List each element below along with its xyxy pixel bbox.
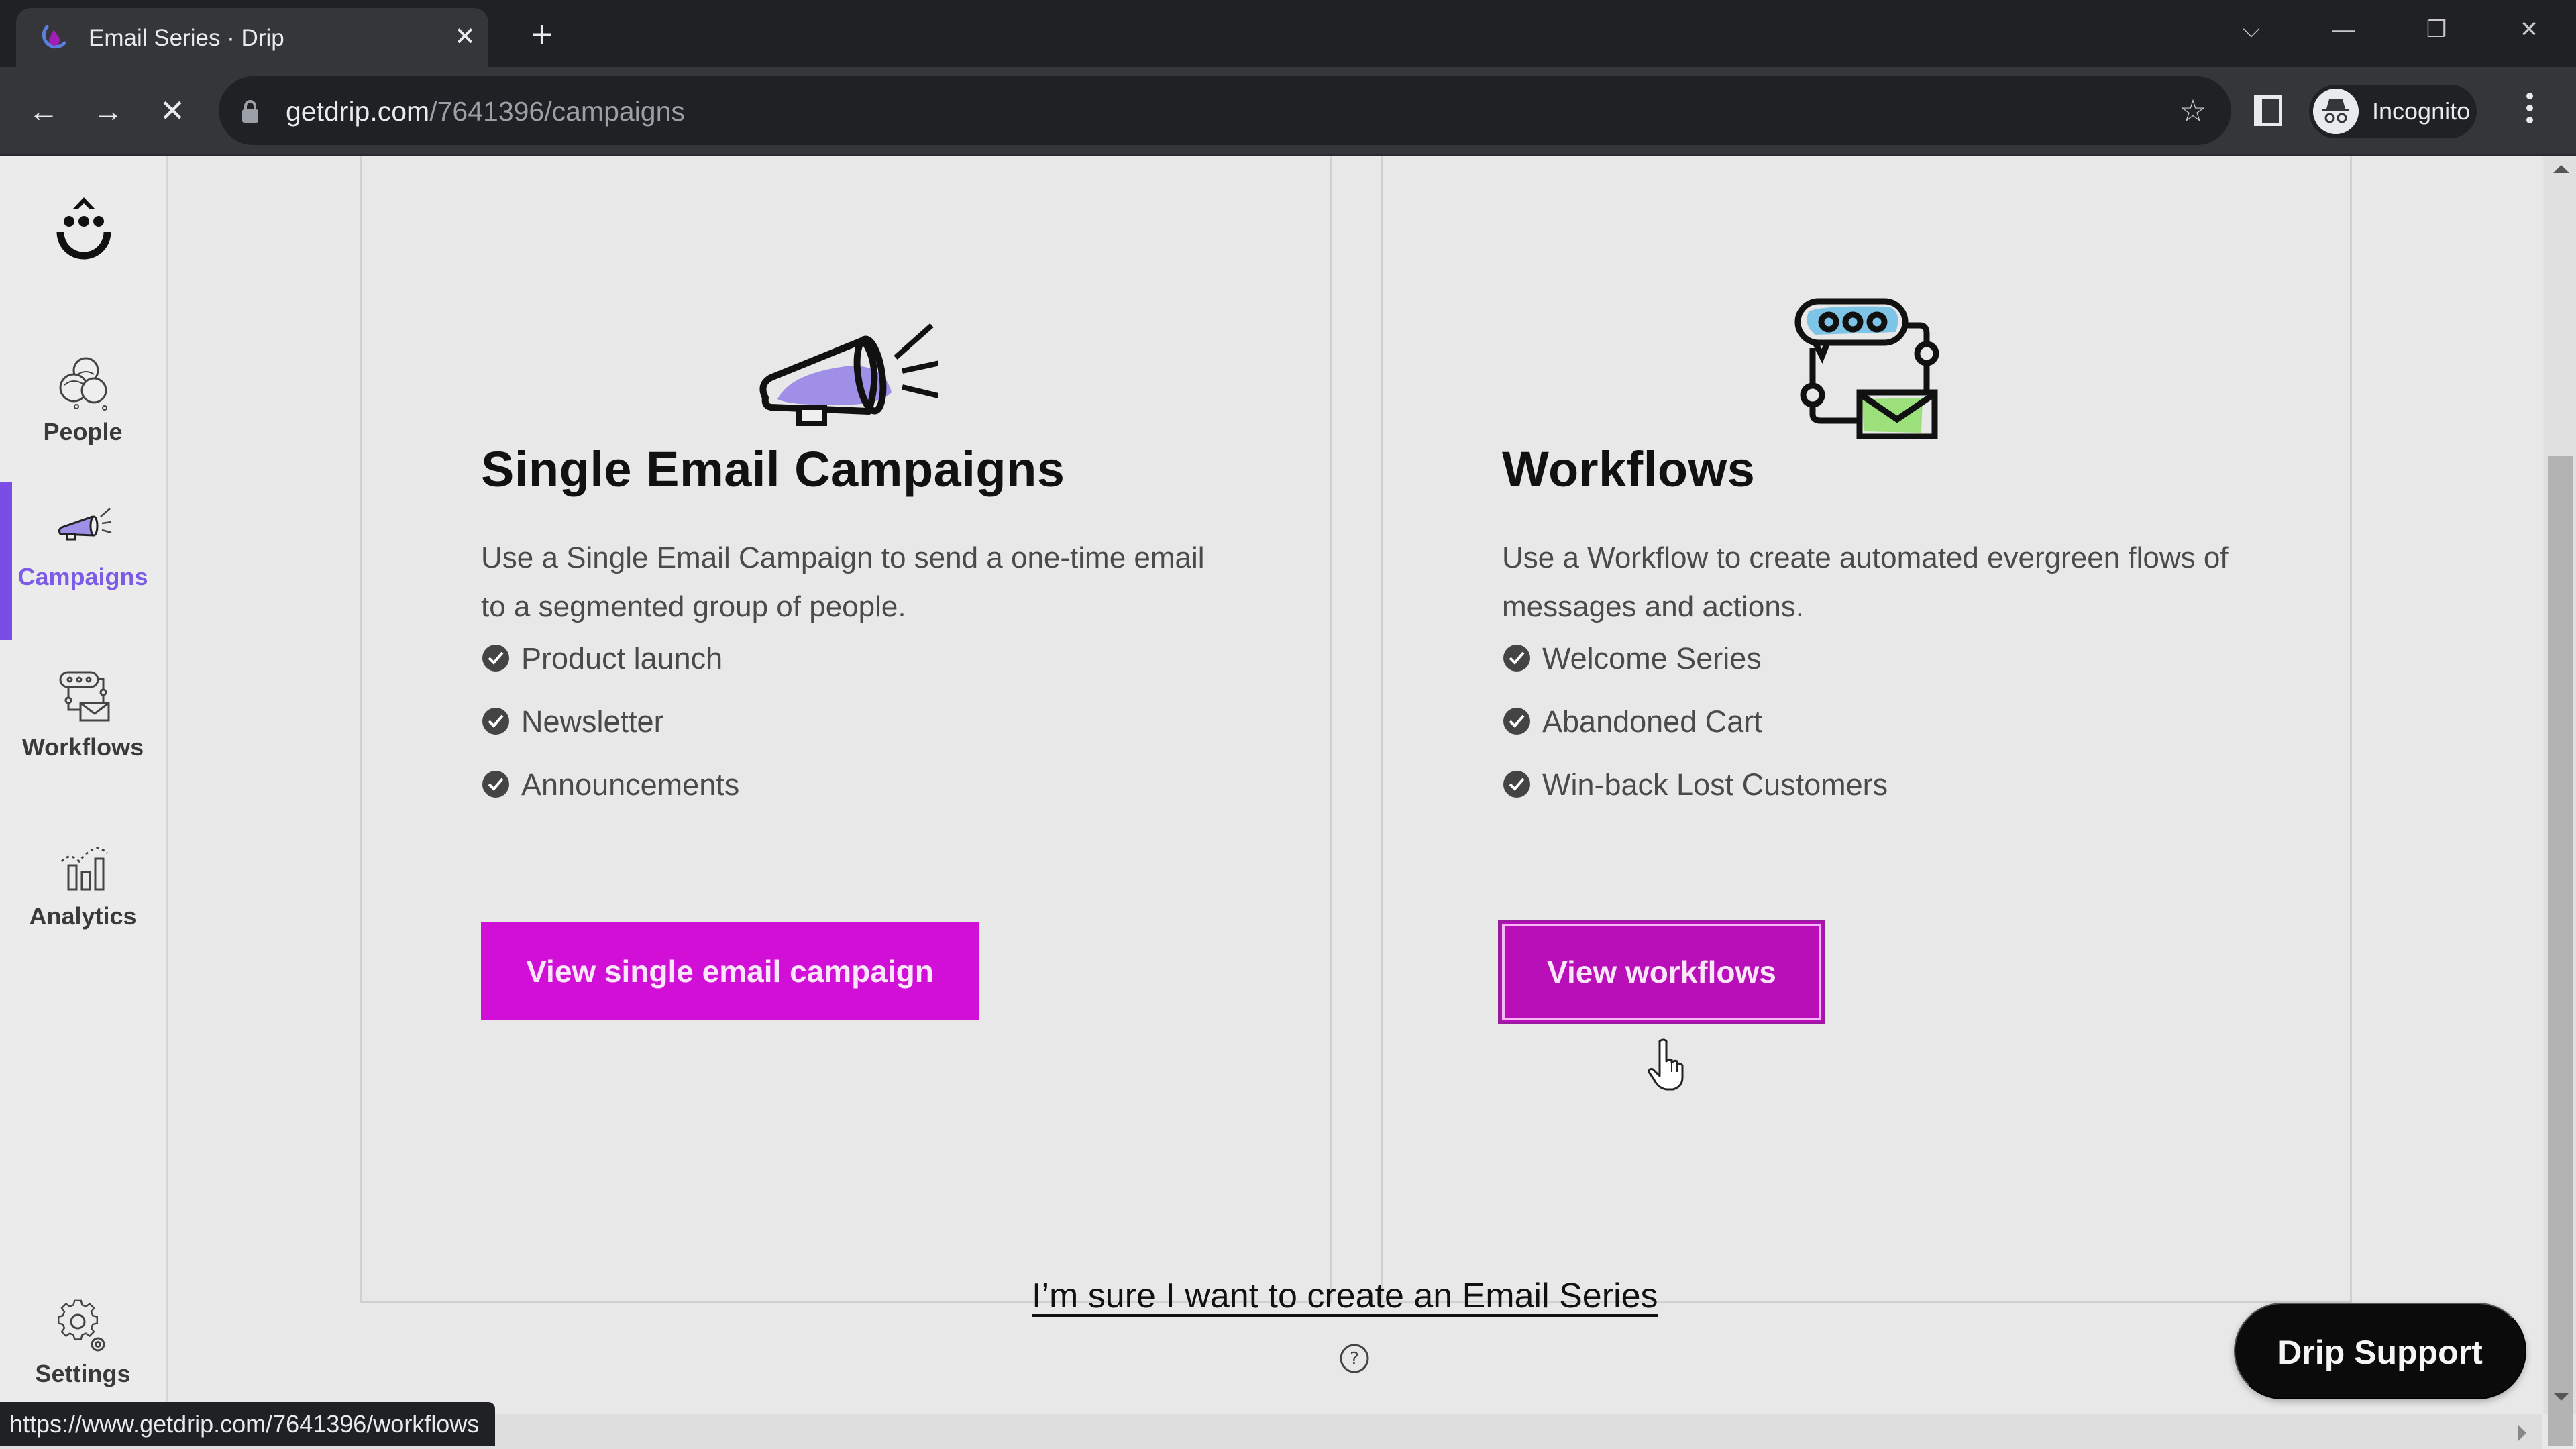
incognito-icon bbox=[2313, 89, 2359, 134]
sidebar-item-campaigns[interactable]: Campaigns bbox=[0, 482, 166, 640]
list-item: Product launch bbox=[481, 641, 739, 704]
check-circle-icon bbox=[482, 645, 509, 672]
url-text[interactable]: getdrip.com/7641396/campaigns bbox=[286, 95, 685, 127]
list-item: Newsletter bbox=[481, 704, 739, 767]
url-path: /7641396/campaigns bbox=[429, 96, 685, 127]
card-title: Single Email Campaigns bbox=[481, 441, 1065, 497]
bookmark-star-icon[interactable]: ☆ bbox=[2176, 94, 2210, 127]
megaphone-icon bbox=[58, 508, 112, 541]
scrollbar-thumb[interactable] bbox=[2548, 456, 2573, 1446]
hand-pointer-cursor-icon bbox=[1648, 1038, 1684, 1091]
sidebar-item-label: Settings bbox=[35, 1360, 131, 1387]
card-description: Use a Workflow to create automated everg… bbox=[1502, 541, 2229, 623]
drip-favicon-icon bbox=[42, 25, 66, 49]
sidebar-item-label: People bbox=[43, 418, 123, 445]
browser-tab[interactable]: Email Series · Drip ✕ bbox=[16, 8, 488, 67]
feature-list: Product launch Newsletter Announcements bbox=[481, 641, 739, 830]
list-item: Welcome Series bbox=[1502, 641, 1888, 704]
close-window-button[interactable]: ✕ bbox=[2502, 9, 2556, 50]
feature-label: Product launch bbox=[521, 641, 723, 676]
view-workflows-button[interactable]: View workflows bbox=[1498, 920, 1825, 1024]
sidebar: People Campaigns Workflows Analytics Set… bbox=[0, 156, 168, 1449]
scroll-down-arrow-icon[interactable] bbox=[2553, 1393, 2569, 1401]
single-email-campaigns-card: Single Email Campaigns Use a Single Emai… bbox=[360, 156, 1332, 1303]
incognito-profile-button[interactable]: Incognito bbox=[2309, 85, 2477, 138]
page: People Campaigns Workflows Analytics Set… bbox=[0, 156, 2576, 1449]
link-status-url: https://www.getdrip.com/7641396/workflow… bbox=[0, 1402, 496, 1446]
feature-list: Welcome Series Abandoned Cart Win-back L… bbox=[1502, 641, 1888, 830]
feature-label: Newsletter bbox=[521, 704, 664, 739]
incognito-label: Incognito bbox=[2372, 97, 2471, 125]
list-item: Win-back Lost Customers bbox=[1502, 767, 1888, 830]
tab-close-icon[interactable]: ✕ bbox=[449, 21, 480, 52]
workflow-illustration-icon bbox=[1794, 298, 1939, 439]
gear-icon bbox=[58, 1299, 105, 1352]
sidebar-item-label: Campaigns bbox=[17, 563, 148, 590]
stop-loading-button[interactable]: ✕ bbox=[148, 86, 197, 136]
scroll-up-arrow-icon[interactable] bbox=[2553, 165, 2569, 173]
browser-tabstrip: Email Series · Drip ✕ + ⌵ — ❐ ✕ bbox=[0, 0, 2576, 67]
address-bar[interactable]: getdrip.com/7641396/campaigns ☆ bbox=[219, 76, 2231, 145]
forward-button[interactable]: → bbox=[83, 86, 133, 136]
url-host: getdrip.com bbox=[286, 96, 430, 127]
feature-label: Win-back Lost Customers bbox=[1542, 767, 1888, 802]
browser-menu-icon[interactable] bbox=[2520, 93, 2540, 130]
create-email-series-link[interactable]: I’m sure I want to create an Email Serie… bbox=[1032, 1275, 1658, 1318]
new-tab-button[interactable]: + bbox=[523, 15, 561, 55]
card-description: Use a Single Email Campaign to send a on… bbox=[481, 541, 1205, 623]
scroll-right-arrow-icon[interactable] bbox=[2518, 1425, 2526, 1441]
minimize-button[interactable]: — bbox=[2317, 9, 2371, 50]
check-circle-icon bbox=[1503, 708, 1530, 735]
feature-label: Announcements bbox=[521, 767, 740, 802]
list-item: Abandoned Cart bbox=[1502, 704, 1888, 767]
sidebar-item-people[interactable]: People bbox=[0, 337, 166, 471]
check-circle-icon bbox=[482, 771, 509, 798]
analytics-icon bbox=[60, 847, 109, 891]
tab-search-icon[interactable]: ⌵ bbox=[2224, 9, 2278, 50]
check-circle-icon bbox=[1503, 771, 1530, 798]
feature-label: Welcome Series bbox=[1542, 641, 1762, 676]
help-glyph: ? bbox=[1350, 1349, 1359, 1369]
check-circle-icon bbox=[482, 708, 509, 735]
vertical-scrollbar[interactable] bbox=[2542, 156, 2576, 1446]
sidebar-item-label: Workflows bbox=[21, 733, 144, 761]
lock-icon[interactable] bbox=[241, 99, 259, 123]
workflow-icon bbox=[59, 671, 110, 722]
list-item: Announcements bbox=[481, 767, 739, 830]
people-icon bbox=[59, 357, 107, 411]
restore-button[interactable]: ❐ bbox=[2410, 9, 2463, 50]
feature-label: Abandoned Cart bbox=[1542, 704, 1762, 739]
sidebar-item-settings[interactable]: Settings bbox=[0, 1279, 166, 1413]
sidebar-item-label: Analytics bbox=[29, 902, 137, 930]
drip-support-button[interactable]: Drip Support bbox=[2234, 1303, 2526, 1399]
help-icon[interactable]: ? bbox=[1339, 1343, 1370, 1374]
tab-title: Email Series · Drip bbox=[89, 25, 284, 51]
check-circle-icon bbox=[1503, 645, 1530, 672]
side-panel-icon[interactable] bbox=[2254, 95, 2282, 126]
megaphone-illustration-icon bbox=[759, 323, 938, 426]
card-title: Workflows bbox=[1502, 441, 1756, 497]
sidebar-item-workflows[interactable]: Workflows bbox=[0, 652, 166, 786]
back-button[interactable]: ← bbox=[19, 86, 68, 136]
view-single-email-campaign-button[interactable]: View single email campaign bbox=[481, 922, 979, 1020]
sidebar-item-analytics[interactable]: Analytics bbox=[0, 821, 166, 955]
workflows-card: Workflows Use a Workflow to create autom… bbox=[1381, 156, 2352, 1303]
drip-logo-icon[interactable] bbox=[47, 189, 121, 263]
browser-toolbar: ← → ✕ getdrip.com/7641396/campaigns ☆ In… bbox=[0, 67, 2576, 156]
